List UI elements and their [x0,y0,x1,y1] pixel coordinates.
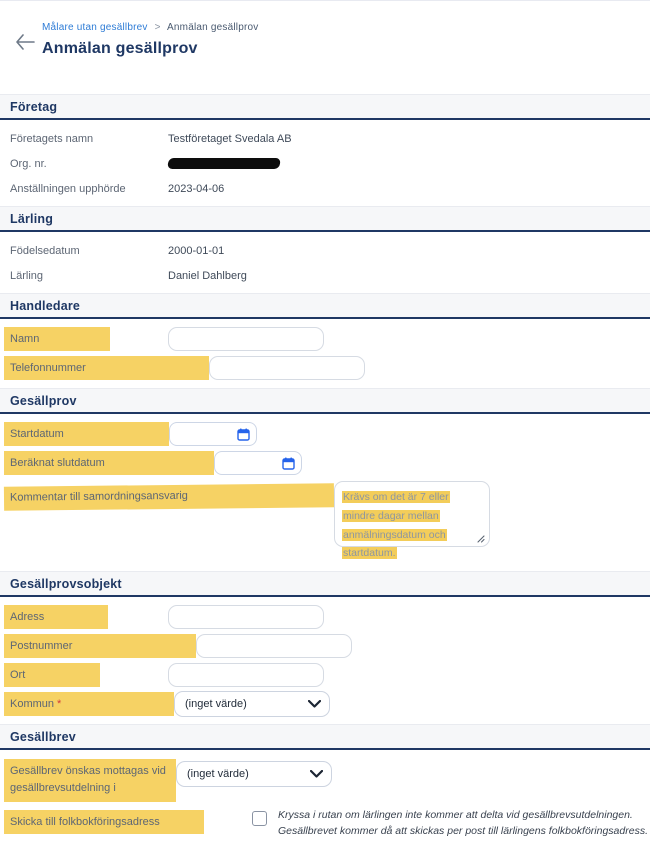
row-label: Org. nr. [10,158,168,170]
row-value: 2000-01-01 [168,245,224,257]
section-header-gesallprov: Gesällprov [0,388,650,414]
field-label-highlight: Kommentar till samordningsansvarig [4,483,334,511]
field-label-highlight: Postnummer [4,634,196,658]
redacted-value [167,158,281,169]
folkbok-note: Kryssa i rutan om lärlingen inte kommer … [278,808,650,840]
info-row-fodelsedatum: Födelsedatum 2000-01-01 [0,238,650,263]
field-label-highlight: Namn [4,327,110,351]
breadcrumb-current: Anmälan gesällprov [167,22,258,33]
field-label-highlight: Gesällbrev önskas mottagas vid gesällbre… [4,759,176,802]
section-title: Gesällprovsobjekt [10,577,122,591]
section-header-foretag: Företag [0,94,650,120]
folkbok-checkbox[interactable] [252,811,267,826]
info-row-larling: Lärling Daniel Dahlberg [0,263,650,288]
page-title: Anmälan gesällprov [42,40,650,58]
section-title: Företag [10,100,57,114]
section-title: Handledare [10,299,80,313]
row-label: Anställningen upphörde [10,183,168,195]
required-marker: * [57,698,61,710]
page: Målare utan gesällbrev > Anmälan gesällp… [0,0,650,850]
folkbok-note-line: Kryssa i rutan om lärlingen inte kommer … [278,808,650,824]
calendar-icon [237,428,250,441]
section-foretag: Företagets namn Testföretaget Svedala AB… [0,120,650,206]
info-row-foretagets-namn: Företagets namn Testföretaget Svedala AB [0,126,650,151]
field-label-highlight: Telefonnummer [4,356,209,380]
section-header-gesallprovsobjekt: Gesällprovsobjekt [0,571,650,597]
kommentar-placeholder: Krävs om det är 7 eller mindre dagar mel… [342,491,450,559]
section-gesallprov: Startdatum Beräknat slutdatum Kommentar … [0,414,650,571]
info-row-anstallning-upphorde: Anställningen upphörde 2023-04-06 [0,176,650,201]
section-gesallprovsobjekt: Adress Postnummer Ort Kommun* (inget vär… [0,597,650,724]
breadcrumb-parent-link[interactable]: Målare utan gesällbrev [42,22,148,33]
field-row-folkbok: Skicka till folkbokföringsadress Kryssa … [0,808,650,840]
field-label-highlight: Beräknat slutdatum [4,451,214,475]
slutdatum-date-input[interactable] [214,451,302,475]
page-header: Målare utan gesällbrev > Anmälan gesällp… [0,1,650,94]
row-value: 2023-04-06 [168,183,224,195]
handledare-telefonnummer-input[interactable] [209,356,365,380]
field-label-highlight: Ort [4,663,100,687]
adress-input[interactable] [168,605,324,629]
resize-handle-icon[interactable] [477,535,485,543]
field-row-postnummer: Postnummer [0,632,650,660]
field-label-highlight: Kommun* [4,692,174,716]
section-gesallbrev: Gesällbrev önskas mottagas vid gesällbre… [0,750,650,846]
selected-value: (inget värde) [185,698,247,710]
selected-value: (inget värde) [187,768,249,780]
breadcrumb-separator: > [155,22,161,33]
startdatum-date-input[interactable] [169,422,257,446]
field-row-slutdatum: Beräknat slutdatum [0,449,650,477]
chevron-down-icon [310,770,323,778]
section-title: Gesällbrev [10,730,76,744]
utdelning-select[interactable]: (inget värde) [176,761,332,787]
chevron-down-icon [308,700,321,708]
field-label-highlight: Startdatum [4,422,169,446]
section-title: Gesällprov [10,394,77,408]
row-label: Företagets namn [10,133,168,145]
field-row-startdatum: Startdatum [0,420,650,448]
breadcrumb: Målare utan gesällbrev > Anmälan gesällp… [42,22,650,33]
field-row-kommentar: Kommentar till samordningsansvarig Krävs… [0,481,650,565]
field-row-kommun: Kommun* (inget värde) [0,690,650,718]
field-row-namn: Namn [0,325,650,353]
field-label-highlight: Adress [4,605,108,629]
postnummer-input[interactable] [196,634,352,658]
field-row-telefonnummer: Telefonnummer [0,354,650,382]
info-row-org-nr: Org. nr. [0,151,650,176]
back-arrow-icon[interactable] [14,31,36,53]
section-header-handledare: Handledare [0,293,650,319]
row-label: Lärling [10,270,168,282]
section-header-gesallbrev: Gesällbrev [0,724,650,750]
section-handledare: Namn Telefonnummer [0,319,650,388]
section-title: Lärling [10,212,53,226]
row-value: Daniel Dahlberg [168,270,247,282]
folkbok-note-line: Gesällbrevet kommer då att skickas per p… [278,824,650,840]
section-larling: Födelsedatum 2000-01-01 Lärling Daniel D… [0,232,650,293]
section-header-larling: Lärling [0,206,650,232]
row-label: Födelsedatum [10,245,168,257]
handledare-namn-input[interactable] [168,327,324,351]
field-label-highlight: Skicka till folkbokföringsadress [4,810,204,834]
field-row-utdelning: Gesällbrev önskas mottagas vid gesällbre… [0,756,650,802]
row-value: Testföretaget Svedala AB [168,133,292,145]
calendar-icon [282,457,295,470]
field-row-adress: Adress [0,603,650,631]
ort-input[interactable] [168,663,324,687]
kommun-select[interactable]: (inget värde) [174,691,330,717]
kommentar-textarea[interactable]: Krävs om det är 7 eller mindre dagar mel… [334,481,490,547]
field-row-ort: Ort [0,661,650,689]
